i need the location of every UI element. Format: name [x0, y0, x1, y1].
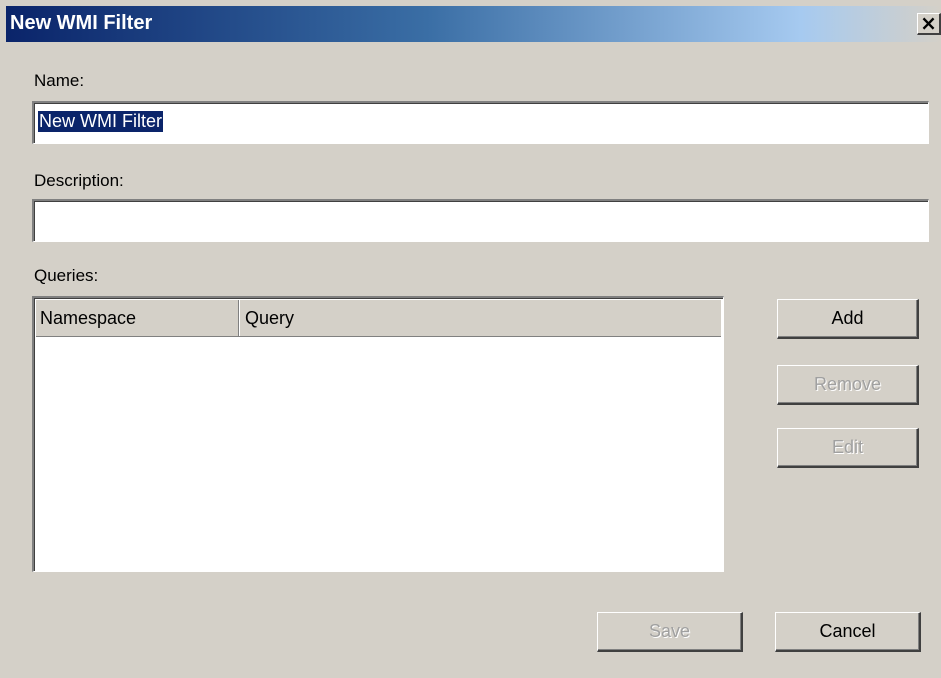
edit-button[interactable]: Edit: [777, 428, 919, 468]
name-field-value: New WMI Filter: [38, 111, 163, 132]
cancel-button[interactable]: Cancel: [775, 612, 921, 652]
description-label: Description:: [34, 171, 124, 190]
column-header-query[interactable]: Query: [241, 300, 721, 336]
column-header-namespace[interactable]: Namespace: [36, 300, 239, 336]
queries-list-header: Namespace Query: [36, 300, 721, 337]
close-icon: ×: [920, 11, 937, 35]
window-title: New WMI Filter: [10, 12, 153, 34]
remove-button[interactable]: Remove: [777, 365, 919, 405]
title-bar[interactable]: New WMI Filter ×: [6, 6, 941, 42]
name-field[interactable]: New WMI Filter: [32, 101, 929, 144]
wmi-filter-dialog: New WMI Filter × Name: New WMI Filter De…: [0, 0, 941, 678]
save-button[interactable]: Save: [597, 612, 743, 652]
close-button[interactable]: ×: [917, 13, 941, 35]
name-label: Name:: [34, 71, 85, 90]
description-field[interactable]: [32, 199, 929, 242]
queries-label: Queries:: [34, 266, 99, 285]
add-button[interactable]: Add: [777, 299, 919, 339]
queries-list[interactable]: Namespace Query: [32, 296, 724, 572]
